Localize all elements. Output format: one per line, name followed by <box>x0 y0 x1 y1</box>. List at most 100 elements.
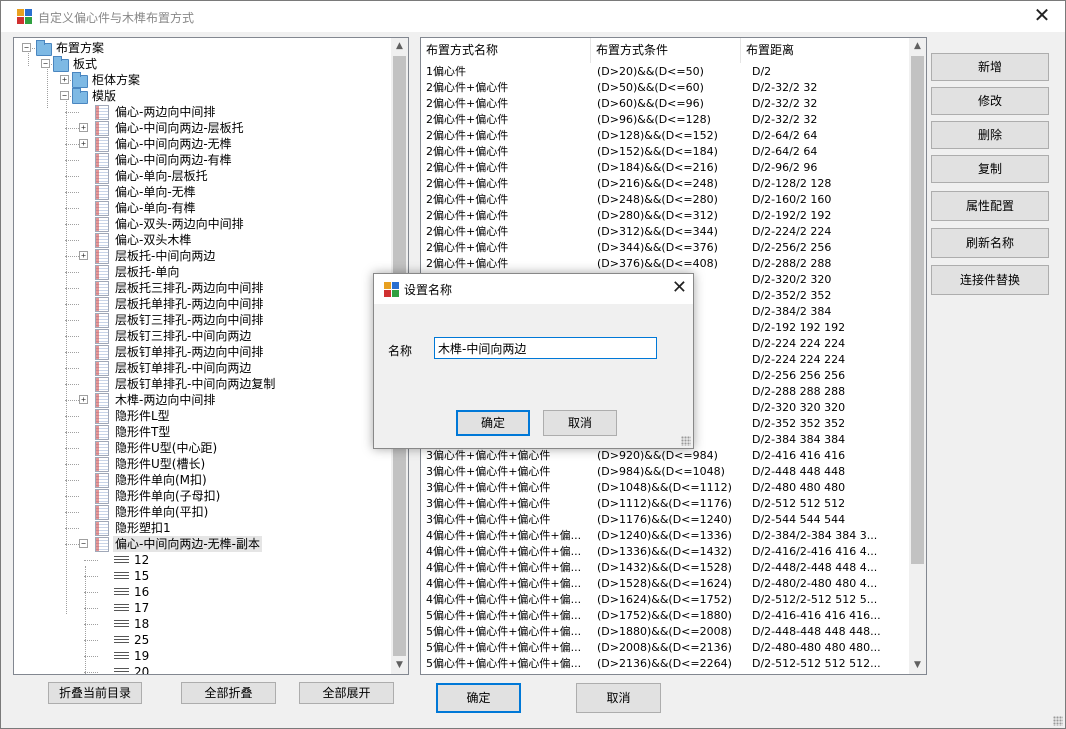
list-row[interactable]: 3偏心件+偏心件+偏心件 (D>1048)&&(D<=1112) D/2-480 4… <box>421 480 911 496</box>
tree-node[interactable]: 12 <box>14 552 392 568</box>
tree-node[interactable]: 偏心-单向-无榫 <box>14 184 392 200</box>
dialog-ok-button[interactable]: 确定 <box>456 410 530 436</box>
list-scroll-up-icon[interactable]: ▲ <box>909 38 926 55</box>
tree-node[interactable]: 偏心-中间向两边-有榫 <box>14 152 392 168</box>
list-row[interactable]: 2偏心件+偏心件 (D>152)&&(D<=184) D/2-64/2 64 <box>421 144 911 160</box>
collapse-icon[interactable]: − <box>79 539 88 548</box>
collapse-icon[interactable]: − <box>60 91 69 100</box>
expand-all-button[interactable]: 全部展开 <box>299 682 394 704</box>
tree-node[interactable]: − 偏心-中间向两边-无榫-副本 <box>14 536 392 552</box>
collapse-icon[interactable]: − <box>41 59 50 68</box>
list-row[interactable]: 4偏心件+偏心件+偏心件+偏... (D>1336)&&(D<=1432) D/2-… <box>421 544 911 560</box>
window-close-button[interactable]: ✕ <box>1019 1 1065 32</box>
list-row[interactable]: 5偏心件+偏心件+偏心件+偏... (D>1880)&&(D<=2008) D/2-… <box>421 624 911 640</box>
tree-node[interactable]: + 偏心-中间向两边-无榫 <box>14 136 392 152</box>
tree-node[interactable]: 层板钉三排孔-两边向中间排 <box>14 312 392 328</box>
tree-node[interactable]: 19 <box>14 648 392 664</box>
list-row[interactable]: 2偏心件+偏心件 (D>344)&&(D<=376) D/2-256/2 256 <box>421 240 911 256</box>
list-row[interactable]: 3偏心件+偏心件+偏心件 (D>1112)&&(D<=1176) D/2-512 5… <box>421 496 911 512</box>
list-row[interactable]: 2偏心件+偏心件 (D>280)&&(D<=312) D/2-192/2 192 <box>421 208 911 224</box>
tree-node[interactable]: − 模版 <box>14 88 392 104</box>
copy-button[interactable]: 复制 <box>931 155 1049 183</box>
list-row[interactable]: 3偏心件+偏心件+偏心件 (D>920)&&(D<=984) D/2-416 416… <box>421 448 911 464</box>
tree-node[interactable]: 15 <box>14 568 392 584</box>
list-row[interactable]: 2偏心件+偏心件 (D>312)&&(D<=344) D/2-224/2 224 <box>421 224 911 240</box>
list-row[interactable]: 5偏心件+偏心件+偏心件+偏... (D>2008)&&(D<=2136) D/2-… <box>421 640 911 656</box>
list-row[interactable]: 3偏心件+偏心件+偏心件 (D>984)&&(D<=1048) D/2-448 44… <box>421 464 911 480</box>
tree-node[interactable]: 层板托三排孔-两边向中间排 <box>14 280 392 296</box>
expand-icon[interactable]: + <box>79 251 88 260</box>
list-row[interactable]: 1偏心件 (D>20)&&(D<=50) D/2 <box>421 64 911 80</box>
tree-node[interactable]: + 木榫-两边向中间排 <box>14 392 392 408</box>
tree-node[interactable]: 隐形件U型(中心距) <box>14 440 392 456</box>
tree-node[interactable]: 偏心-双头木榫 <box>14 232 392 248</box>
tree-node[interactable]: 偏心-单向-有榫 <box>14 200 392 216</box>
tree-node[interactable]: 层板托-单向 <box>14 264 392 280</box>
collapse-current-button[interactable]: 折叠当前目录 <box>48 682 142 704</box>
list-row[interactable]: 4偏心件+偏心件+偏心件+偏... (D>1624)&&(D<=1752) D/2-… <box>421 592 911 608</box>
tree-node[interactable]: 偏心-单向-层板托 <box>14 168 392 184</box>
tree-node[interactable]: 层板钉单排孔-中间向两边复制 <box>14 376 392 392</box>
edit-button[interactable]: 修改 <box>931 87 1049 115</box>
tree-node[interactable]: 17 <box>14 600 392 616</box>
list-row[interactable]: 2偏心件+偏心件 (D>184)&&(D<=216) D/2-96/2 96 <box>421 160 911 176</box>
expand-icon[interactable]: + <box>79 395 88 404</box>
expand-icon[interactable]: + <box>79 123 88 132</box>
list-row[interactable]: 4偏心件+偏心件+偏心件+偏... (D>1432)&&(D<=1528) D/2-… <box>421 560 911 576</box>
tree-node[interactable]: 层板钉单排孔-中间向两边 <box>14 360 392 376</box>
tree-node[interactable]: 偏心-两边向中间排 <box>14 104 392 120</box>
tree-node[interactable]: 隐形件单向(M扣) <box>14 472 392 488</box>
tree-scroll-down-icon[interactable]: ▼ <box>391 657 408 674</box>
tree-node[interactable]: − 布置方案 <box>14 40 392 56</box>
list-row[interactable]: 2偏心件+偏心件 (D>216)&&(D<=248) D/2-128/2 128 <box>421 176 911 192</box>
tree-node[interactable]: 25 <box>14 632 392 648</box>
tree-node[interactable]: 16 <box>14 584 392 600</box>
expand-icon[interactable]: + <box>60 75 69 84</box>
tree-node[interactable]: + 偏心-中间向两边-层板托 <box>14 120 392 136</box>
tree-node[interactable]: 隐形件单向(子母扣) <box>14 488 392 504</box>
add-button[interactable]: 新增 <box>931 53 1049 81</box>
tree-node[interactable]: 隐形件单向(平扣) <box>14 504 392 520</box>
tree-node[interactable]: 层板钉三排孔-中间向两边 <box>14 328 392 344</box>
tree-node[interactable]: 隐形件U型(槽长) <box>14 456 392 472</box>
ok-button[interactable]: 确定 <box>436 683 521 713</box>
properties-button[interactable]: 属性配置 <box>931 191 1049 221</box>
expand-icon[interactable]: + <box>79 139 88 148</box>
delete-button[interactable]: 删除 <box>931 121 1049 149</box>
tree-node[interactable]: + 柜体方案 <box>14 72 392 88</box>
connector-replace-button[interactable]: 连接件替换 <box>931 265 1049 295</box>
list-scroll-thumb[interactable] <box>911 56 924 564</box>
dialog-cancel-button[interactable]: 取消 <box>543 410 617 436</box>
list-row[interactable]: 2偏心件+偏心件 (D>50)&&(D<=60) D/2-32/2 32 <box>421 80 911 96</box>
collapse-all-button[interactable]: 全部折叠 <box>181 682 276 704</box>
tree-scroll-up-icon[interactable]: ▲ <box>391 38 408 55</box>
tree-node[interactable]: 层板钉单排孔-两边向中间排 <box>14 344 392 360</box>
column-header-condition[interactable]: 布置方式条件 <box>591 38 741 63</box>
column-header-distance[interactable]: 布置距离 <box>741 38 911 63</box>
list-row[interactable]: 2偏心件+偏心件 (D>60)&&(D<=96) D/2-32/2 32 <box>421 96 911 112</box>
tree-node[interactable]: + 层板托-中间向两边 <box>14 248 392 264</box>
column-header-name[interactable]: 布置方式名称 <box>421 38 591 63</box>
scheme-tree[interactable]: 20 19 25 18 17 16 15 12 − 偏心-中间向两边-无榫-副本 隐形塑扣1 隐形件单… <box>13 37 409 675</box>
list-row[interactable]: 2偏心件+偏心件 (D>248)&&(D<=280) D/2-160/2 160 <box>421 192 911 208</box>
tree-node[interactable]: 隐形件L型 <box>14 408 392 424</box>
cancel-button[interactable]: 取消 <box>576 683 661 713</box>
dialog-close-button[interactable]: ✕ <box>672 277 687 298</box>
list-scroll-down-icon[interactable]: ▼ <box>909 657 926 674</box>
list-row[interactable]: 4偏心件+偏心件+偏心件+偏... (D>1240)&&(D<=1336) D/2-… <box>421 528 911 544</box>
name-input[interactable] <box>434 337 657 359</box>
list-row[interactable]: 3偏心件+偏心件+偏心件 (D>1176)&&(D<=1240) D/2-544 5… <box>421 512 911 528</box>
list-row[interactable]: 4偏心件+偏心件+偏心件+偏... (D>1528)&&(D<=1624) D/2-… <box>421 576 911 592</box>
tree-node[interactable]: 层板托单排孔-两边向中间排 <box>14 296 392 312</box>
collapse-icon[interactable]: − <box>22 43 31 52</box>
list-scrollbar[interactable]: ▲ ▼ <box>909 38 926 674</box>
tree-node[interactable]: 隐形件T型 <box>14 424 392 440</box>
tree-node[interactable]: 20 <box>14 664 392 674</box>
list-row[interactable]: 2偏心件+偏心件 (D>128)&&(D<=152) D/2-64/2 64 <box>421 128 911 144</box>
list-row[interactable]: 5偏心件+偏心件+偏心件+偏... (D>2136)&&(D<=2264) D/2-… <box>421 656 911 672</box>
list-row[interactable]: 2偏心件+偏心件 (D>376)&&(D<=408) D/2-288/2 288 <box>421 256 911 272</box>
dialog-resize-grip-icon[interactable] <box>681 436 691 446</box>
tree-node[interactable]: 偏心-双头-两边向中间排 <box>14 216 392 232</box>
tree-node[interactable]: 隐形塑扣1 <box>14 520 392 536</box>
resize-grip-icon[interactable] <box>1053 716 1063 726</box>
